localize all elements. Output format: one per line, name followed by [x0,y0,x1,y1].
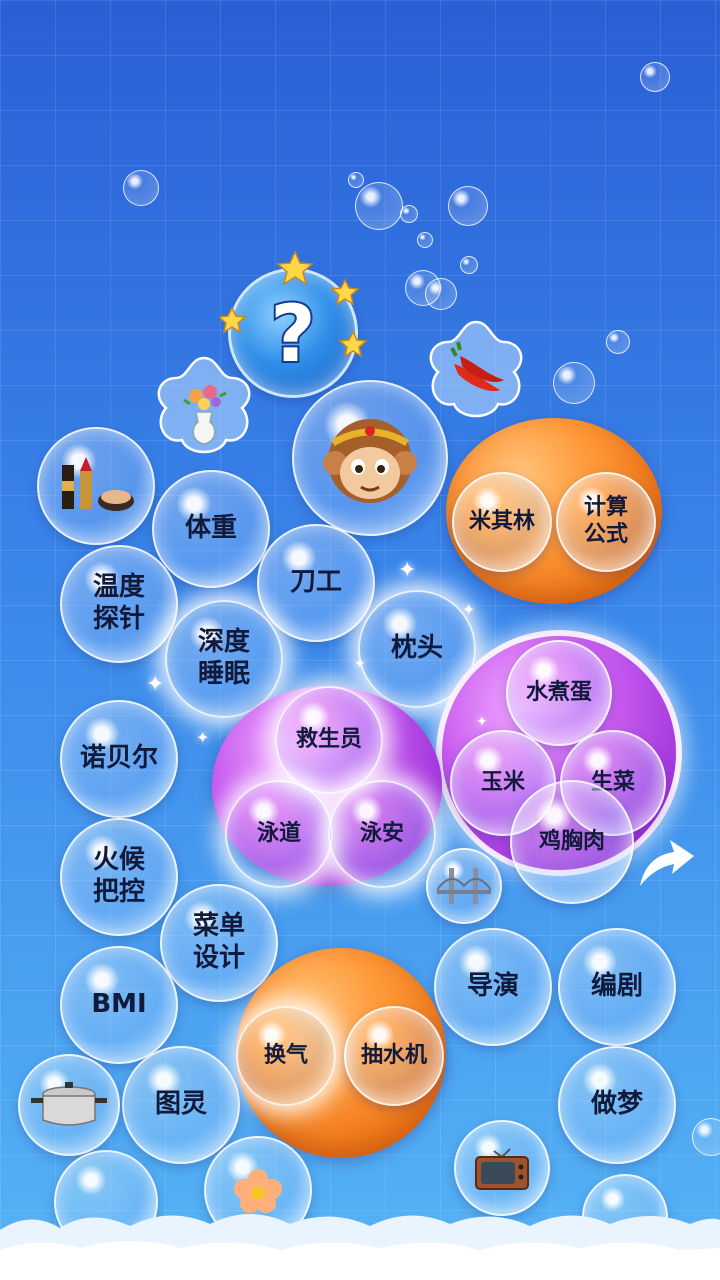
monkey-king-icon [323,419,417,503]
decor-bubble [348,172,364,188]
bubble-label: 体重 [184,513,237,544]
pot-bubble[interactable] [18,1054,120,1156]
bubble-label: 计算 公式 [583,495,628,547]
bubble-michelin[interactable]: 米其林 [452,472,552,572]
bubble-ventilate[interactable]: 换气 [236,1006,336,1106]
bubble-label: 刀工 [289,567,342,598]
sparkle-icon: ✦ [398,558,417,583]
decor-bubble [425,278,457,310]
bubble-nobel[interactable]: 诺贝尔 [60,700,178,818]
cosmetics-icon [62,457,134,511]
bubble-label: 米其林 [468,508,535,534]
bubble-label: 泳安 [359,820,404,846]
bubble-director[interactable]: 导演 [434,928,552,1046]
bubble-label: 诺贝尔 [79,743,158,774]
pepper-flower-bubble[interactable] [420,316,532,428]
bubble-label: 菜单 设计 [192,911,245,973]
bubble-label: 火候 把控 [92,845,145,907]
bubble-dreaming[interactable]: 做梦 [558,1046,676,1164]
decor-bubble [400,205,418,223]
television-icon [475,1148,529,1190]
bubble-label: 导演 [466,971,519,1002]
bubble-label: 玉米 [480,769,525,795]
decor-bubble [606,330,630,354]
decor-bubble [417,232,433,248]
bubble-swim-safe[interactable]: 泳安 [328,780,436,888]
monkey-bubble[interactable] [292,380,448,536]
bridge-icon [437,868,491,904]
bubble-label: 温度 探针 [92,572,145,634]
bubble-label: 做梦 [590,1089,643,1120]
bubble-lifeguard[interactable]: 救生员 [275,686,383,794]
bubble-thermometer[interactable]: 温度 探针 [60,545,178,663]
sparkle-icon: ✦ [196,728,210,747]
cooking-pot-icon [31,1082,107,1126]
bubble-label: 鸡胸肉 [538,828,605,854]
decor-bubble [460,256,478,274]
bubble-chicken-breast[interactable]: 鸡胸肉 [510,780,634,904]
bubble-label: 图灵 [154,1089,207,1120]
bubble-label: 救生员 [295,726,362,752]
bubble-knife-skill[interactable]: 刀工 [257,524,375,642]
foam-water [0,1214,720,1280]
bubble-bmi[interactable]: BMI [60,946,178,1064]
bubble-label: 深度 睡眠 [197,627,250,689]
bubble-label: 泳道 [256,820,301,846]
decor-bubble [123,170,159,206]
bubble-weight[interactable]: 体重 [152,470,270,588]
bubble-screenwriter[interactable]: 编剧 [558,928,676,1046]
bubble-pump[interactable]: 抽水机 [344,1006,444,1106]
decor-bubble [355,182,403,230]
sparkle-icon: ✦ [354,656,366,672]
curved-up-arrow-icon[interactable] [632,826,696,892]
sparkle-icon: ✦ [476,714,488,730]
sparkle-icon: ✦ [462,600,476,619]
bubble-label: 换气 [263,1042,308,1068]
vase-flower-bubble[interactable] [148,352,260,462]
bubble-turing[interactable]: 图灵 [122,1046,240,1164]
sparkle-icon: ✦ [146,672,165,697]
bubble-heat-control[interactable]: 火候 把控 [60,818,178,936]
bubble-swim-lane[interactable]: 泳道 [225,780,333,888]
bubble-boiled-egg[interactable]: 水煮蛋 [506,640,612,746]
bridge-bubble[interactable] [426,848,502,924]
bubble-formula[interactable]: 计算 公式 [556,472,656,572]
bubble-label: 水煮蛋 [525,679,592,705]
decor-bubble [553,362,595,404]
cosmetics-bubble[interactable] [37,427,155,545]
decor-bubble [448,186,488,226]
bubble-label: 枕头 [390,633,443,664]
decor-bubble [640,62,670,92]
bubble-label: BMI [91,989,147,1020]
bubble-label: 编剧 [590,971,643,1002]
bubble-label: 抽水机 [360,1042,427,1068]
